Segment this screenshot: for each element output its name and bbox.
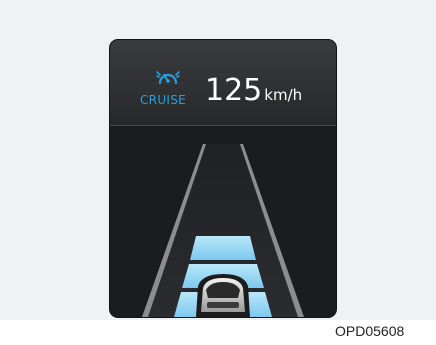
- set-speed-readout: 125 km/h: [205, 73, 302, 109]
- cruise-mode-label: CRUISE: [140, 93, 187, 107]
- speed-unit: km/h: [264, 86, 303, 104]
- figure-caption: OPD05608: [335, 323, 405, 339]
- distance-bar-1: [190, 236, 256, 260]
- speed-value: 125: [205, 73, 263, 108]
- vehicle-icon: [196, 274, 250, 317]
- cluster-display: CRUISE 125 km/h: [110, 40, 336, 317]
- cluster-header: CRUISE 125 km/h: [110, 40, 336, 126]
- cruise-control-icon: [156, 71, 180, 85]
- road-graphic: [110, 126, 336, 317]
